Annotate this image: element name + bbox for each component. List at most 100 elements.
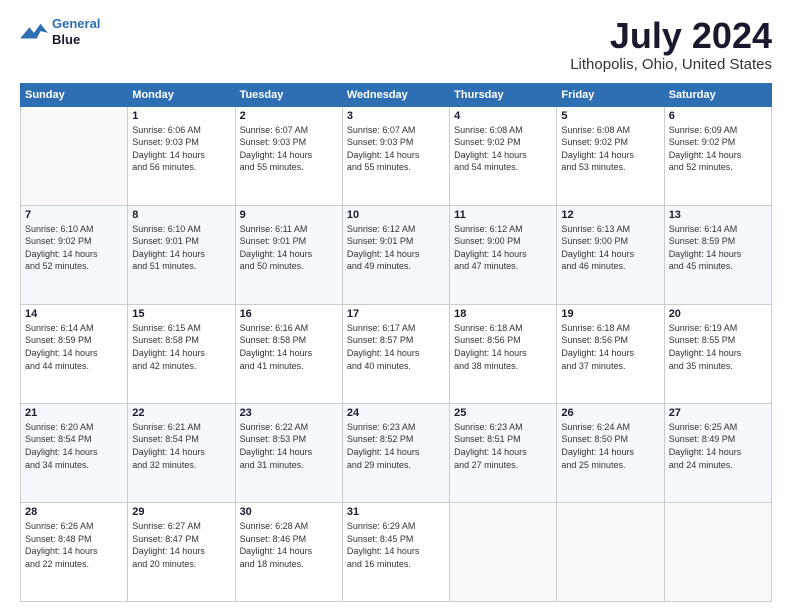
day-info: Sunrise: 6:11 AMSunset: 9:01 PMDaylight:… <box>240 223 338 273</box>
calendar-table: SundayMondayTuesdayWednesdayThursdayFrid… <box>20 83 772 602</box>
page: General Blue July 2024 Lithopolis, Ohio,… <box>0 0 792 612</box>
calendar-header-row: SundayMondayTuesdayWednesdayThursdayFrid… <box>21 83 772 106</box>
day-info: Sunrise: 6:21 AMSunset: 8:54 PMDaylight:… <box>132 421 230 471</box>
day-info: Sunrise: 6:17 AMSunset: 8:57 PMDaylight:… <box>347 322 445 372</box>
day-number: 3 <box>347 110 445 122</box>
day-info: Sunrise: 6:29 AMSunset: 8:45 PMDaylight:… <box>347 520 445 570</box>
day-info: Sunrise: 6:19 AMSunset: 8:55 PMDaylight:… <box>669 322 767 372</box>
calendar-cell <box>557 502 664 601</box>
day-number: 21 <box>25 407 123 419</box>
main-title: July 2024 <box>570 16 772 56</box>
calendar-cell: 2 Sunrise: 6:07 AMSunset: 9:03 PMDaylight… <box>235 106 342 205</box>
day-number: 23 <box>240 407 338 419</box>
calendar-cell <box>450 502 557 601</box>
calendar-cell: 11 Sunrise: 6:12 AMSunset: 9:00 PMDayligh… <box>450 205 557 304</box>
calendar-cell: 20 Sunrise: 6:19 AMSunset: 8:55 PMDayligh… <box>664 304 771 403</box>
calendar-week-4: 21 Sunrise: 6:20 AMSunset: 8:54 PMDayligh… <box>21 403 772 502</box>
day-number: 11 <box>454 209 552 221</box>
day-info: Sunrise: 6:22 AMSunset: 8:53 PMDaylight:… <box>240 421 338 471</box>
day-number: 30 <box>240 506 338 518</box>
day-number: 31 <box>347 506 445 518</box>
day-number: 8 <box>132 209 230 221</box>
day-info: Sunrise: 6:06 AMSunset: 9:03 PMDaylight:… <box>132 124 230 174</box>
calendar-cell: 27Sunrise: 6:25 AMSunset: 8:49 PMDayligh… <box>664 403 771 502</box>
calendar-cell: 23 Sunrise: 6:22 AMSunset: 8:53 PMDayligh… <box>235 403 342 502</box>
calendar-cell: 4Sunrise: 6:08 AMSunset: 9:02 PMDaylight… <box>450 106 557 205</box>
calendar-cell: 30 Sunrise: 6:28 AMSunset: 8:46 PMDayligh… <box>235 502 342 601</box>
day-number: 5 <box>561 110 659 122</box>
title-section: July 2024 Lithopolis, Ohio, United State… <box>570 16 772 73</box>
day-number: 27 <box>669 407 767 419</box>
day-number: 2 <box>240 110 338 122</box>
calendar-cell: 10 Sunrise: 6:12 AMSunset: 9:01 PMDayligh… <box>342 205 449 304</box>
day-info: Sunrise: 6:14 AMSunset: 8:59 PMDaylight:… <box>25 322 123 372</box>
day-header-thursday: Thursday <box>450 83 557 106</box>
calendar-cell: 31 Sunrise: 6:29 AMSunset: 8:45 PMDayligh… <box>342 502 449 601</box>
calendar-week-1: 1 Sunrise: 6:06 AMSunset: 9:03 PMDaylight… <box>21 106 772 205</box>
day-header-saturday: Saturday <box>664 83 771 106</box>
calendar-cell: 1 Sunrise: 6:06 AMSunset: 9:03 PMDaylight… <box>128 106 235 205</box>
calendar-cell: 7Sunrise: 6:10 AMSunset: 9:02 PMDaylight… <box>21 205 128 304</box>
day-info: Sunrise: 6:12 AMSunset: 9:00 PMDaylight:… <box>454 223 552 273</box>
day-number: 14 <box>25 308 123 320</box>
logo-icon <box>20 20 48 44</box>
day-info: Sunrise: 6:10 AMSunset: 9:02 PMDaylight:… <box>25 223 123 273</box>
calendar-week-5: 28 Sunrise: 6:26 AMSunset: 8:48 PMDayligh… <box>21 502 772 601</box>
header: General Blue July 2024 Lithopolis, Ohio,… <box>20 16 772 73</box>
day-info: Sunrise: 6:28 AMSunset: 8:46 PMDaylight:… <box>240 520 338 570</box>
day-number: 20 <box>669 308 767 320</box>
day-number: 25 <box>454 407 552 419</box>
calendar-cell: 17 Sunrise: 6:17 AMSunset: 8:57 PMDayligh… <box>342 304 449 403</box>
day-info: Sunrise: 6:07 AMSunset: 9:03 PMDaylight:… <box>240 124 338 174</box>
day-info: Sunrise: 6:13 AMSunset: 9:00 PMDaylight:… <box>561 223 659 273</box>
day-number: 13 <box>669 209 767 221</box>
day-number: 17 <box>347 308 445 320</box>
day-number: 19 <box>561 308 659 320</box>
calendar-cell: 6Sunrise: 6:09 AMSunset: 9:02 PMDaylight… <box>664 106 771 205</box>
day-info: Sunrise: 6:10 AMSunset: 9:01 PMDaylight:… <box>132 223 230 273</box>
day-number: 1 <box>132 110 230 122</box>
day-info: Sunrise: 6:14 AMSunset: 8:59 PMDaylight:… <box>669 223 767 273</box>
calendar-cell <box>21 106 128 205</box>
calendar-cell: 24 Sunrise: 6:23 AMSunset: 8:52 PMDayligh… <box>342 403 449 502</box>
day-number: 6 <box>669 110 767 122</box>
calendar-cell: 3 Sunrise: 6:07 AMSunset: 9:03 PMDaylight… <box>342 106 449 205</box>
day-number: 12 <box>561 209 659 221</box>
calendar-cell: 8 Sunrise: 6:10 AMSunset: 9:01 PMDaylight… <box>128 205 235 304</box>
day-info: Sunrise: 6:26 AMSunset: 8:48 PMDaylight:… <box>25 520 123 570</box>
subtitle: Lithopolis, Ohio, United States <box>570 56 772 73</box>
day-header-wednesday: Wednesday <box>342 83 449 106</box>
day-info: Sunrise: 6:24 AMSunset: 8:50 PMDaylight:… <box>561 421 659 471</box>
calendar-cell: 12 Sunrise: 6:13 AMSunset: 9:00 PMDayligh… <box>557 205 664 304</box>
calendar-cell: 29Sunrise: 6:27 AMSunset: 8:47 PMDayligh… <box>128 502 235 601</box>
day-info: Sunrise: 6:23 AMSunset: 8:51 PMDaylight:… <box>454 421 552 471</box>
logo-text: General Blue <box>52 16 100 47</box>
logo: General Blue <box>20 16 100 47</box>
day-info: Sunrise: 6:23 AMSunset: 8:52 PMDaylight:… <box>347 421 445 471</box>
day-number: 26 <box>561 407 659 419</box>
calendar-cell: 25 Sunrise: 6:23 AMSunset: 8:51 PMDayligh… <box>450 403 557 502</box>
day-number: 28 <box>25 506 123 518</box>
day-header-monday: Monday <box>128 83 235 106</box>
calendar-cell: 18Sunrise: 6:18 AMSunset: 8:56 PMDayligh… <box>450 304 557 403</box>
day-number: 15 <box>132 308 230 320</box>
day-info: Sunrise: 6:20 AMSunset: 8:54 PMDaylight:… <box>25 421 123 471</box>
day-number: 24 <box>347 407 445 419</box>
calendar-cell: 15 Sunrise: 6:15 AMSunset: 8:58 PMDayligh… <box>128 304 235 403</box>
day-number: 9 <box>240 209 338 221</box>
day-number: 10 <box>347 209 445 221</box>
day-info: Sunrise: 6:12 AMSunset: 9:01 PMDaylight:… <box>347 223 445 273</box>
calendar-cell: 14 Sunrise: 6:14 AMSunset: 8:59 PMDayligh… <box>21 304 128 403</box>
day-info: Sunrise: 6:07 AMSunset: 9:03 PMDaylight:… <box>347 124 445 174</box>
calendar-cell: 19 Sunrise: 6:18 AMSunset: 8:56 PMDayligh… <box>557 304 664 403</box>
day-info: Sunrise: 6:15 AMSunset: 8:58 PMDaylight:… <box>132 322 230 372</box>
day-number: 22 <box>132 407 230 419</box>
calendar-cell: 16Sunrise: 6:16 AMSunset: 8:58 PMDayligh… <box>235 304 342 403</box>
calendar-cell: 13 Sunrise: 6:14 AMSunset: 8:59 PMDayligh… <box>664 205 771 304</box>
calendar-cell: 5Sunrise: 6:08 AMSunset: 9:02 PMDaylight… <box>557 106 664 205</box>
day-info: Sunrise: 6:08 AMSunset: 9:02 PMDaylight:… <box>454 124 552 174</box>
day-number: 18 <box>454 308 552 320</box>
calendar-cell: 21 Sunrise: 6:20 AMSunset: 8:54 PMDayligh… <box>21 403 128 502</box>
day-info: Sunrise: 6:18 AMSunset: 8:56 PMDaylight:… <box>561 322 659 372</box>
day-info: Sunrise: 6:16 AMSunset: 8:58 PMDaylight:… <box>240 322 338 372</box>
